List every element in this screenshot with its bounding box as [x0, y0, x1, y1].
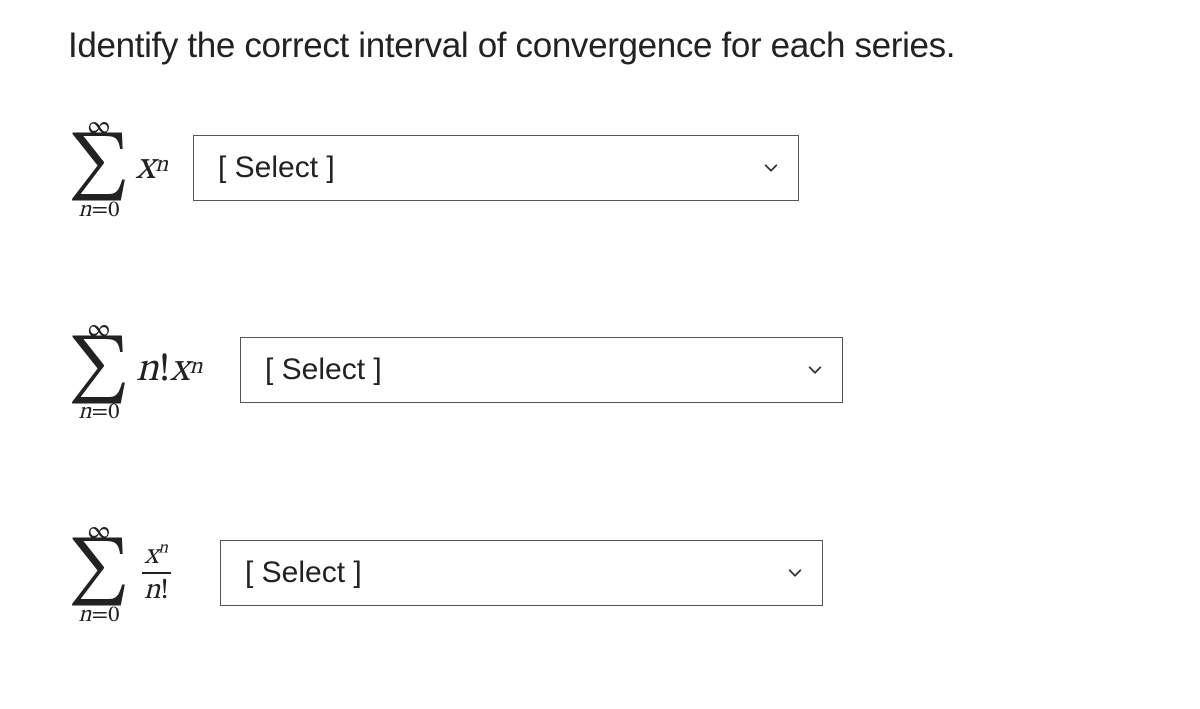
select-placeholder: [ Select ]: [245, 556, 362, 590]
series-row: ∞ ∑ n=0 xn n! [ Select ]: [68, 519, 1132, 627]
chevron-down-icon: [806, 361, 824, 379]
sigma-symbol: ∑: [68, 548, 130, 598]
series-expression: ∞ ∑ n=0 n!xn: [68, 317, 228, 425]
select-placeholder: [ Select ]: [218, 151, 335, 185]
series-row: ∞ ∑ n=0 n!xn [ Select ]: [68, 317, 1132, 425]
sum-lower-limit: n=0: [78, 199, 119, 222]
sigma-symbol: ∑: [68, 346, 130, 396]
question-container: Identify the correct interval of converg…: [0, 0, 1200, 637]
fraction-numerator: xn: [142, 539, 170, 572]
sigma-notation: ∞ ∑ n=0: [68, 519, 130, 627]
series-term: n!xn: [136, 350, 203, 390]
interval-select[interactable]: [ Select ]: [240, 337, 843, 403]
select-placeholder: [ Select ]: [265, 353, 382, 387]
series-expression: ∞ ∑ n=0 xn: [68, 114, 181, 222]
question-prompt: Identify the correct interval of converg…: [68, 26, 1132, 66]
series-term: xn n!: [142, 539, 171, 607]
series-row: ∞ ∑ n=0 xn [ Select ]: [68, 114, 1132, 222]
chevron-down-icon: [762, 159, 780, 177]
sigma-notation: ∞ ∑ n=0: [68, 114, 130, 222]
sigma-symbol: ∑: [68, 143, 130, 193]
fraction-denominator: n!: [142, 574, 171, 607]
chevron-down-icon: [786, 564, 804, 582]
sum-lower-limit: n=0: [78, 604, 119, 627]
series-term: xn: [136, 148, 168, 188]
series-expression: ∞ ∑ n=0 xn n!: [68, 519, 222, 627]
interval-select[interactable]: [ Select ]: [220, 540, 823, 606]
sigma-notation: ∞ ∑ n=0: [68, 317, 130, 425]
sum-lower-limit: n=0: [78, 401, 119, 424]
interval-select[interactable]: [ Select ]: [193, 135, 799, 201]
